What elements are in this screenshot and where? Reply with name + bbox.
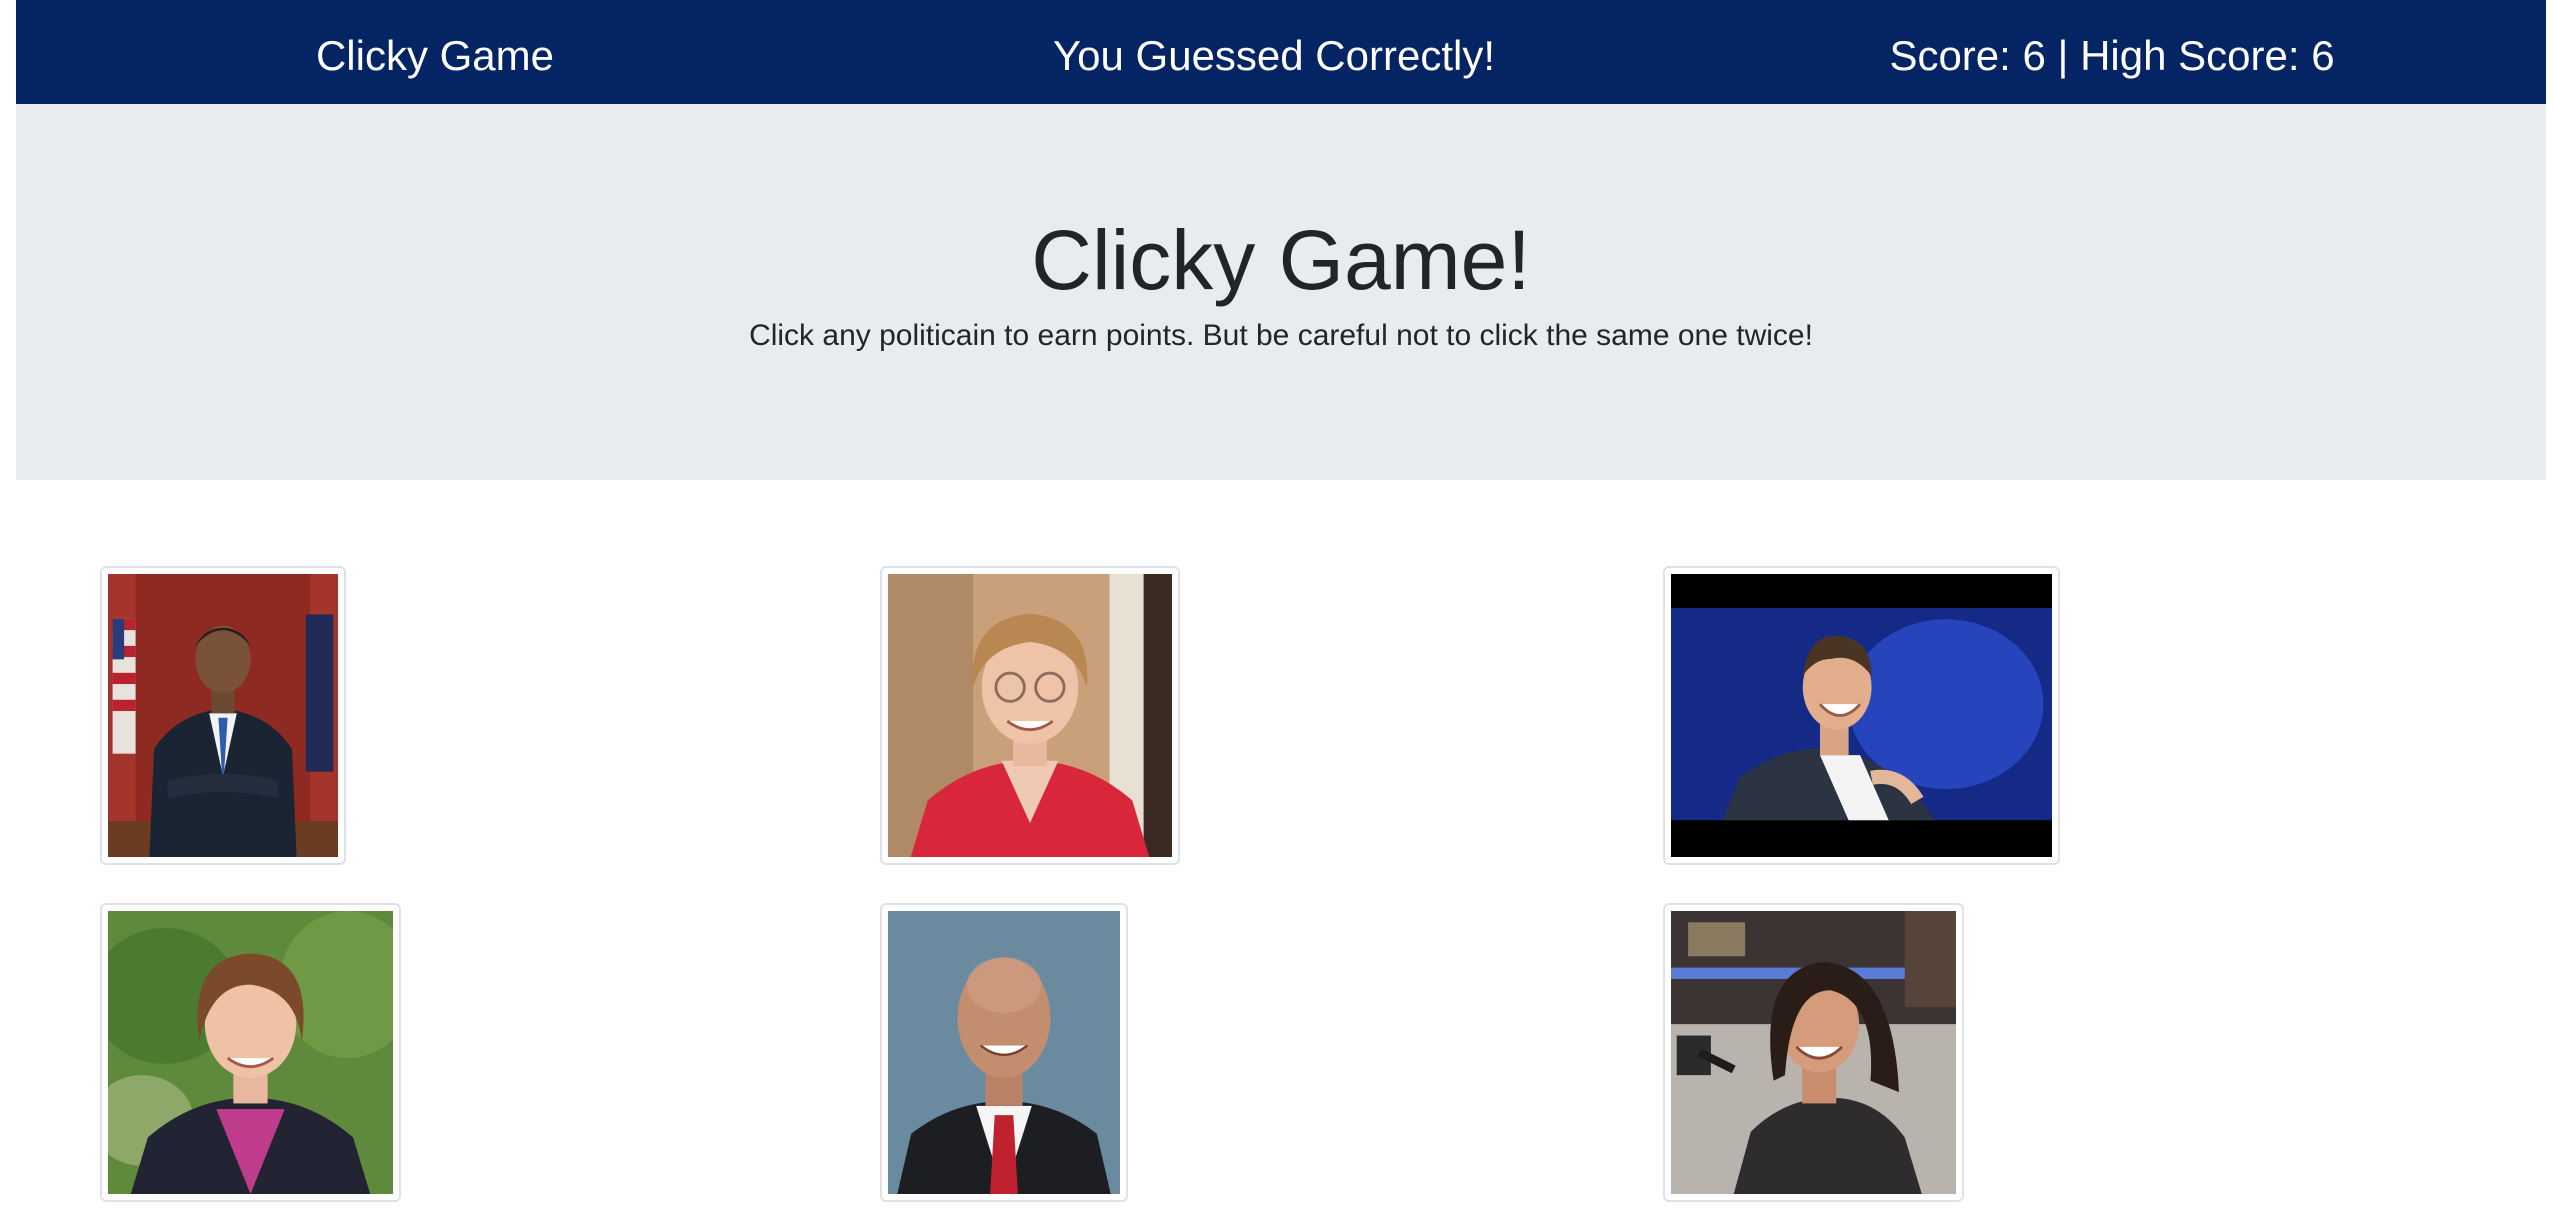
score-display: Score: 6 | High Score: 6 <box>1889 32 2335 79</box>
politician-card[interactable] <box>100 566 346 865</box>
politician-portrait <box>1671 911 1956 1194</box>
politician-portrait <box>108 911 393 1194</box>
politician-portrait <box>888 911 1120 1194</box>
navbar-brand[interactable]: Clicky Game <box>316 0 554 104</box>
politician-card[interactable] <box>100 903 401 1202</box>
navbar: Clicky Game You Guessed Correctly! Score… <box>16 0 2546 104</box>
guess-status-message: You Guessed Correctly! <box>1052 32 1496 79</box>
politician-portrait <box>888 574 1172 857</box>
page-title: Clicky Game! <box>1031 213 1531 307</box>
politician-portrait <box>108 574 338 857</box>
jumbotron: Clicky Game! Click any politicain to ear… <box>16 104 2546 480</box>
clicky-game-page: Clicky Game You Guessed Correctly! Score… <box>0 0 2554 1218</box>
politician-card[interactable] <box>880 566 1180 865</box>
politician-card[interactable] <box>1663 566 2060 865</box>
instructions-text: Click any politicain to earn points. But… <box>749 319 1813 352</box>
politician-card[interactable] <box>880 903 1128 1202</box>
politician-card[interactable] <box>1663 903 1964 1202</box>
politician-portrait <box>1671 574 2052 857</box>
